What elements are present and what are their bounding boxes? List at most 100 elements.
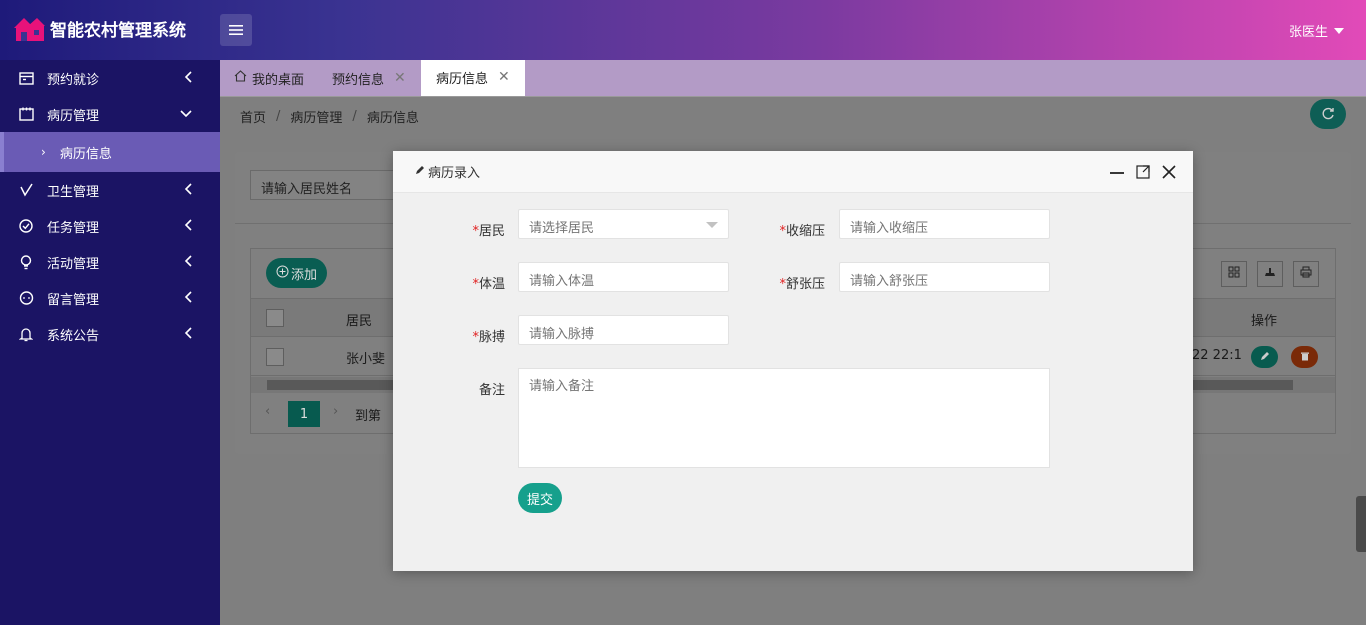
brush-icon xyxy=(18,182,34,198)
sidebar-item-label: 卫生管理 xyxy=(47,184,100,200)
sidebar-item-appointment[interactable]: 预约就诊 xyxy=(0,60,220,96)
sidebar-item-hygiene[interactable]: 卫生管理 xyxy=(0,172,220,208)
cell-resident: 张小斐 xyxy=(346,352,386,367)
house-logo-icon xyxy=(14,18,45,41)
breadcrumb-separator: / xyxy=(352,109,357,124)
tab-label: 病历信息 xyxy=(436,71,489,87)
pencil-icon xyxy=(1260,350,1270,365)
breadcrumb-item[interactable]: 病历管理 xyxy=(290,107,342,126)
sidebar-item-tasks[interactable]: 任务管理 xyxy=(0,208,220,244)
sidebar-item-label: 留言管理 xyxy=(47,292,100,308)
caret-down-icon xyxy=(1334,27,1344,34)
calendar-icon xyxy=(18,70,34,86)
chevron-left-icon xyxy=(184,327,192,343)
trash-icon xyxy=(1300,350,1310,365)
column-header-resident: 居民 xyxy=(346,314,373,329)
tab-record-info[interactable]: 病历信息 ✕ xyxy=(421,60,525,96)
export-button[interactable] xyxy=(1257,261,1283,287)
chevron-down-icon xyxy=(180,107,192,122)
user-name: 张医生 xyxy=(1288,25,1328,40)
prev-page-icon[interactable]: ‹ xyxy=(265,404,270,419)
close-icon[interactable]: ✕ xyxy=(498,69,510,85)
sidebar-item-announcements[interactable]: 系统公告 xyxy=(0,316,220,352)
select-all-checkbox[interactable] xyxy=(266,309,284,327)
print-button[interactable] xyxy=(1293,261,1319,287)
chevron-left-icon xyxy=(184,183,192,199)
bell-icon xyxy=(18,326,34,342)
delete-row-button[interactable] xyxy=(1291,346,1318,368)
top-header: 智能农村管理系统 张医生 xyxy=(0,0,1366,60)
minimize-icon[interactable] xyxy=(1110,165,1124,183)
pulse-label: *脉搏 xyxy=(472,330,505,345)
close-icon[interactable] xyxy=(1162,165,1176,183)
app-logo: 智能农村管理系统 xyxy=(12,14,186,42)
pulse-input[interactable]: 请输入脉搏 xyxy=(518,315,729,345)
side-widget[interactable] xyxy=(1356,496,1366,552)
home-icon xyxy=(234,70,247,86)
modal-header: 病历录入 xyxy=(393,151,1193,193)
sidebar-item-label: 任务管理 xyxy=(47,220,100,236)
diastolic-input[interactable]: 请输入舒张压 xyxy=(839,262,1050,292)
tab-label: 我的桌面 xyxy=(252,72,305,88)
export-icon xyxy=(1264,266,1276,282)
notebook-icon xyxy=(18,106,34,122)
maximize-icon[interactable] xyxy=(1136,165,1150,183)
tab-appointment-info[interactable]: 预约信息 ✕ xyxy=(332,60,406,96)
sidebar-item-label: 预约就诊 xyxy=(47,72,100,88)
close-icon[interactable]: ✕ xyxy=(394,70,406,86)
sidebar-item-records[interactable]: 病历管理 xyxy=(0,96,220,132)
systolic-input[interactable]: 请输入收缩压 xyxy=(839,209,1050,239)
grid-icon xyxy=(1228,266,1240,282)
diastolic-label: *舒张压 xyxy=(779,277,825,292)
sidebar-item-label: 病历管理 xyxy=(47,108,100,124)
remark-label: 备注 xyxy=(478,383,505,398)
refresh-button[interactable] xyxy=(1310,99,1346,129)
row-checkbox[interactable] xyxy=(266,348,284,366)
sidebar: 预约就诊 病历管理 › 病历信息 卫生管理 任务管理 活动管理 留言管理 系统公… xyxy=(0,60,220,625)
tab-bar: 我的桌面 预约信息 ✕ 病历信息 ✕ xyxy=(220,60,1366,96)
app-title: 智能农村管理系统 xyxy=(50,20,186,41)
check-circle-icon xyxy=(18,218,34,234)
temperature-input[interactable]: 请输入体温 xyxy=(518,262,729,292)
caret-down-icon xyxy=(706,222,718,228)
breadcrumb: 首页 / 病历管理 / 病历信息 xyxy=(220,96,1366,136)
sidebar-subitem-record-info[interactable]: › 病历信息 xyxy=(0,132,220,172)
goto-page-label: 到第 xyxy=(355,409,382,424)
plus-circle-icon xyxy=(276,265,289,282)
systolic-label: *收缩压 xyxy=(779,224,825,239)
remark-textarea[interactable]: 请输入备注 xyxy=(518,368,1050,468)
sidebar-item-label: 活动管理 xyxy=(47,256,100,272)
resident-select-placeholder: 请选择居民 xyxy=(529,221,595,236)
chevron-left-icon xyxy=(184,255,192,271)
column-header-actions: 操作 xyxy=(1251,314,1278,329)
user-menu[interactable]: 张医生 xyxy=(1289,21,1344,40)
breadcrumb-item: 病历信息 xyxy=(366,111,419,126)
chevron-right-icon: › xyxy=(41,145,46,159)
chevron-left-icon xyxy=(184,291,192,307)
tab-label: 预约信息 xyxy=(332,72,385,88)
tab-home[interactable]: 我的桌面 xyxy=(234,60,304,96)
record-entry-modal: 病历录入 *居民 请选择居民 *收缩压 请输入收缩压 *体温 请输入体温 *舒张… xyxy=(393,151,1193,571)
resident-search-input[interactable]: 请输入居民姓名 xyxy=(250,170,400,200)
submit-button[interactable]: 提交 xyxy=(518,483,562,513)
chevron-left-icon xyxy=(184,219,192,235)
hamburger-icon xyxy=(229,25,243,35)
next-page-icon[interactable]: › xyxy=(333,404,338,419)
sidebar-item-label: 病历信息 xyxy=(59,146,112,162)
edit-row-button[interactable] xyxy=(1251,346,1278,368)
sidebar-item-activities[interactable]: 活动管理 xyxy=(0,244,220,280)
breadcrumb-separator: / xyxy=(276,109,281,124)
temperature-label: *体温 xyxy=(472,277,505,292)
modal-title: 病历录入 xyxy=(428,166,481,181)
resident-select[interactable]: 请选择居民 xyxy=(518,209,729,239)
sidebar-item-messages[interactable]: 留言管理 xyxy=(0,280,220,316)
refresh-icon xyxy=(1322,107,1334,120)
sidebar-item-label: 系统公告 xyxy=(47,328,100,344)
lightbulb-icon xyxy=(18,254,34,270)
menu-toggle-button[interactable] xyxy=(220,14,252,46)
add-button[interactable]: 添加 xyxy=(266,258,327,288)
page-current[interactable]: 1 xyxy=(288,401,320,427)
breadcrumb-item[interactable]: 首页 xyxy=(240,107,266,126)
columns-filter-button[interactable] xyxy=(1221,261,1247,287)
chat-icon xyxy=(18,290,34,306)
